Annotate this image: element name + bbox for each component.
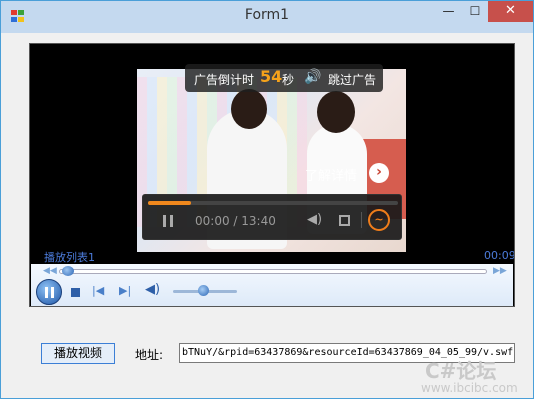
play-video-button[interactable]: 播放视频 <box>41 343 115 364</box>
divider <box>361 212 362 228</box>
volume-icon[interactable]: ◀) <box>307 212 322 227</box>
ad-seconds-unit: 秒 <box>282 73 295 87</box>
stop-button[interactable] <box>71 288 80 297</box>
video-person-child-head <box>317 91 355 133</box>
elapsed-time: 00:09 <box>484 249 515 262</box>
previous-track-icon[interactable]: |◀ <box>92 284 104 297</box>
rewind-icon[interactable]: ◀◀ <box>43 266 57 276</box>
form-window: Form1 — ☐ ✕ 了解详情 › 广告倒计时 54 秒 🔊 跳过广告 00:… <box>0 0 534 399</box>
address-label: 地址: <box>135 348 164 362</box>
volume-slider-thumb[interactable] <box>198 285 209 296</box>
media-player[interactable]: 了解详情 › 广告倒计时 54 秒 🔊 跳过广告 00:00 / 13:40 ◀… <box>29 43 515 307</box>
pause-icon[interactable] <box>163 215 173 227</box>
flash-progress-bar[interactable] <box>148 201 398 205</box>
pause-button[interactable] <box>36 279 62 305</box>
wmp-control-bar: ◀◀ ▶▶ |◀ ▶| ◀) <box>31 264 513 306</box>
playlist-label[interactable]: 播放列表1 <box>44 249 95 265</box>
fullscreen-icon[interactable] <box>339 215 350 226</box>
minimize-button[interactable]: — <box>435 1 462 22</box>
learn-more-link[interactable]: 了解详情 <box>305 165 357 184</box>
maximize-button[interactable]: ☐ <box>462 1 488 22</box>
ad-countdown-label: 广告倒计时 <box>194 73 255 87</box>
ad-countdown-bar: 广告倒计时 54 秒 🔊 跳过广告 <box>185 64 383 92</box>
flash-player-controls: 00:00 / 13:40 ◀) ~ <box>142 194 402 240</box>
video-person-mother-head <box>231 89 267 129</box>
flash-progress-fill <box>148 201 191 205</box>
mute-speaker-icon[interactable]: ◀) <box>145 282 160 297</box>
title-bar[interactable]: Form1 — ☐ ✕ <box>1 1 533 33</box>
arrow-right-icon[interactable]: › <box>369 163 389 183</box>
speaker-icon[interactable]: 🔊 <box>304 69 321 85</box>
site-watermark: C#论坛 www.ibcibc.com <box>421 355 531 399</box>
flash-time-display: 00:00 / 13:40 <box>195 214 276 228</box>
player-brand-icon[interactable]: ~ <box>368 209 390 231</box>
seek-slider-thumb[interactable] <box>62 266 74 276</box>
skip-ad-button[interactable]: 跳过广告 <box>328 71 376 88</box>
next-track-icon[interactable]: ▶| <box>119 284 131 297</box>
fast-forward-icon[interactable]: ▶▶ <box>493 266 507 276</box>
close-button[interactable]: ✕ <box>488 1 533 22</box>
ad-countdown-value: 54 <box>260 67 283 86</box>
watermark-title: C#论坛 <box>425 359 497 383</box>
watermark-url: www.ibcibc.com <box>421 381 518 395</box>
seek-slider[interactable] <box>59 269 487 274</box>
